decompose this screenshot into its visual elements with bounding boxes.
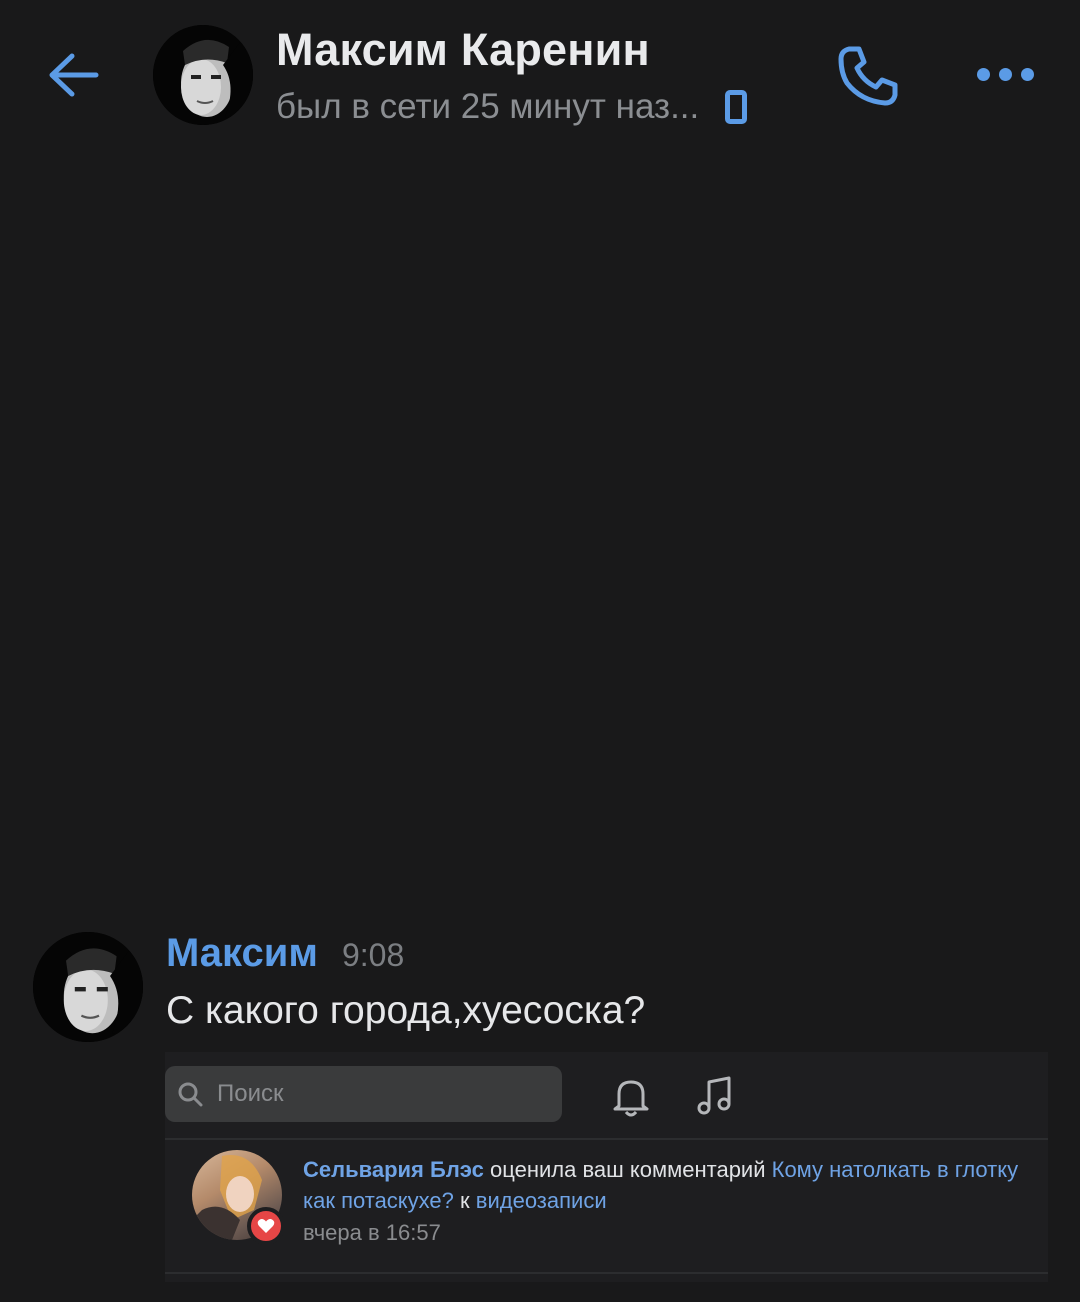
sender-avatar[interactable]: [33, 932, 143, 1042]
search-icon: [178, 1082, 203, 1107]
heart-icon: [257, 1219, 275, 1233]
target-link: видеозаписи: [475, 1188, 607, 1213]
notification-connector: к: [453, 1188, 476, 1213]
music-icon: [697, 1076, 731, 1115]
more-dots-icon: [976, 67, 990, 81]
chat-header: Максим Каренин был в сети 25 минут наз..…: [0, 0, 1080, 150]
more-dots-icon: [998, 67, 1012, 81]
status-row: был в сети 25 минут наз...: [276, 82, 816, 132]
more-dots-icon: [1020, 67, 1034, 81]
screenshot-search-bar: Поиск: [165, 1066, 562, 1122]
contact-info[interactable]: Максим Каренин был в сети 25 минут наз..…: [276, 24, 816, 132]
more-button[interactable]: [968, 44, 1042, 104]
message-text: С какого города,хуесоска?: [166, 989, 646, 1032]
actor-link: Сельвария Блэс: [303, 1157, 484, 1182]
arrow-left-icon: [49, 53, 99, 97]
sender-name[interactable]: Максим: [166, 931, 318, 976]
mobile-phone-icon: [725, 90, 748, 124]
message-time: 9:08: [341, 937, 405, 973]
contact-name: Максим Каренин: [276, 24, 650, 75]
back-button[interactable]: [40, 44, 104, 106]
divider: [165, 1138, 1048, 1140]
online-status: был в сети 25 минут наз...: [276, 87, 700, 126]
attached-screenshot[interactable]: Поиск Сельвария Блэс оценила ваш коммент…: [165, 1052, 1048, 1282]
phone-icon: [838, 46, 898, 106]
avatar-photo: [153, 25, 253, 125]
notification-time: вчера в 16:57: [303, 1220, 441, 1245]
chat-screen: Максим Каренин был в сети 25 минут наз..…: [0, 0, 1080, 1302]
avatar-photo: [33, 932, 143, 1042]
call-button[interactable]: [828, 36, 908, 116]
divider: [165, 1272, 1048, 1274]
notification-text: Сельвария Блэс оценила ваш комментарий К…: [303, 1154, 1033, 1216]
contact-avatar[interactable]: [153, 25, 253, 125]
notification-action: оценила ваш комментарий: [483, 1157, 772, 1182]
search-placeholder: Поиск: [217, 1080, 284, 1107]
message-meta: Максим 9:08: [166, 931, 404, 976]
like-badge: [247, 1207, 285, 1245]
bell-icon: [613, 1080, 649, 1117]
